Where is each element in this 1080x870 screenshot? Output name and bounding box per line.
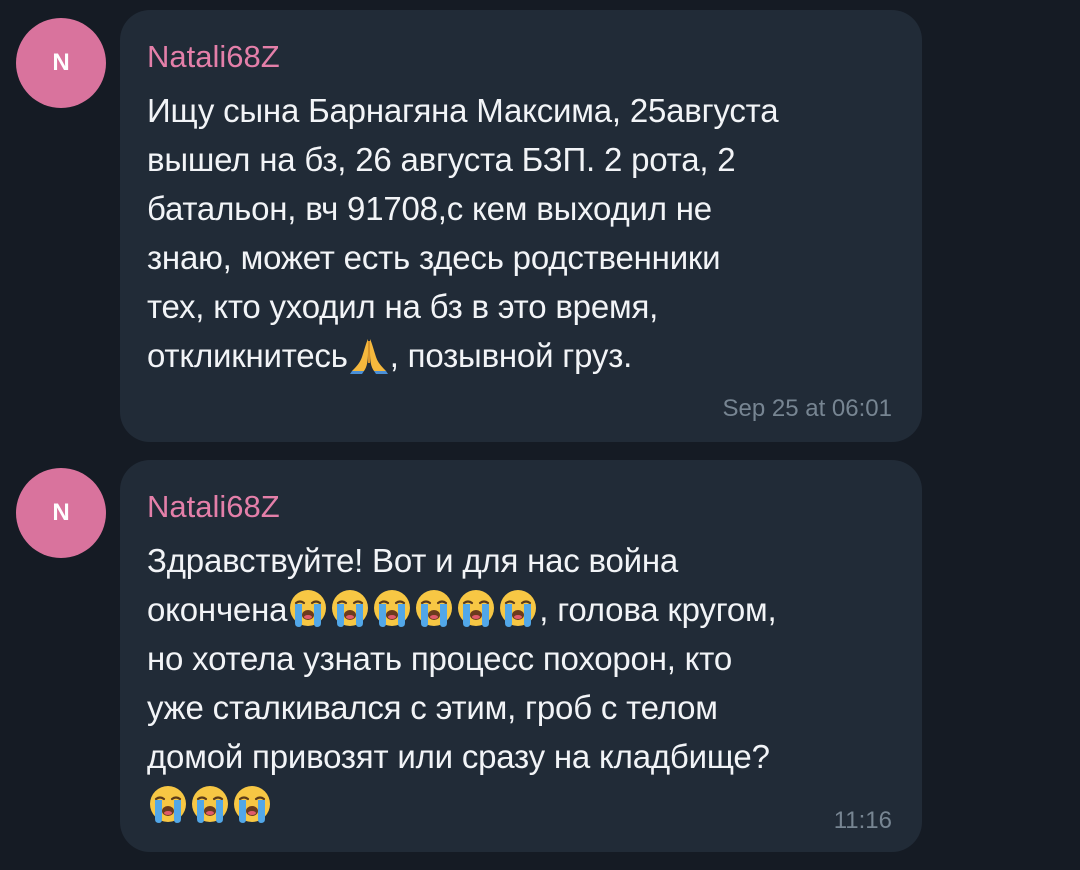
text-line: тех, кто уходил на бз в это время, (147, 288, 659, 325)
message-timestamp: 11:16 (833, 807, 892, 834)
avatar[interactable]: N (16, 468, 106, 558)
text-line: батальон, вч 91708,с кем выходил не (147, 190, 712, 227)
text-fragment: откликнитесь (147, 337, 348, 374)
text-fragment: окончена (147, 591, 288, 628)
folded-hands-icon (348, 333, 390, 375)
text-line: Здравствуйте! Вот и для нас война (147, 542, 679, 579)
loudly-crying-face-icon (371, 587, 413, 629)
message-bubble[interactable]: Natali68Z Здравствуйте! Вот и для нас во… (120, 460, 922, 852)
text-line: откликнитесь , позывной груз. (147, 331, 892, 380)
loudly-crying-face-icon (413, 587, 455, 629)
text-fragment: , голова кругом, (539, 591, 777, 628)
loudly-crying-face-icon (329, 587, 371, 629)
message-text: Ищу сына Барнагяна Максима, 25августа вы… (147, 86, 892, 380)
text-line: домой привозят или сразу на кладбище? (147, 738, 770, 775)
message-timestamp: Sep 25 at 06:01 (722, 395, 892, 422)
message-bubble[interactable]: Natali68Z Ищу сына Барнагяна Максима, 25… (120, 10, 922, 442)
text-line (147, 781, 892, 833)
loudly-crying-face-icon (147, 783, 189, 825)
text-line: окончена , голова кругом, (147, 585, 892, 634)
text-line: знаю, может есть здесь родственники (147, 239, 721, 276)
sender-name[interactable]: Natali68Z (147, 36, 892, 78)
sender-name[interactable]: Natali68Z (147, 486, 892, 528)
text-line: вышел на бз, 26 августа БЗП. 2 рота, 2 (147, 141, 736, 178)
loudly-crying-face-icon (231, 783, 273, 825)
loudly-crying-face-icon (189, 783, 231, 825)
avatar[interactable]: N (16, 18, 106, 108)
text-line: Ищу сына Барнагяна Максима, 25августа (147, 92, 779, 129)
loudly-crying-face-icon (455, 587, 497, 629)
loudly-crying-face-icon (287, 587, 329, 629)
text-line: но хотела узнать процесс похорон, кто (147, 640, 732, 677)
loudly-crying-face-icon (497, 587, 539, 629)
message-text: Здравствуйте! Вот и для нас война оконче… (147, 536, 892, 833)
text-fragment: , позывной груз. (389, 337, 633, 374)
text-line: уже сталкивался с этим, гроб с телом (147, 689, 718, 726)
